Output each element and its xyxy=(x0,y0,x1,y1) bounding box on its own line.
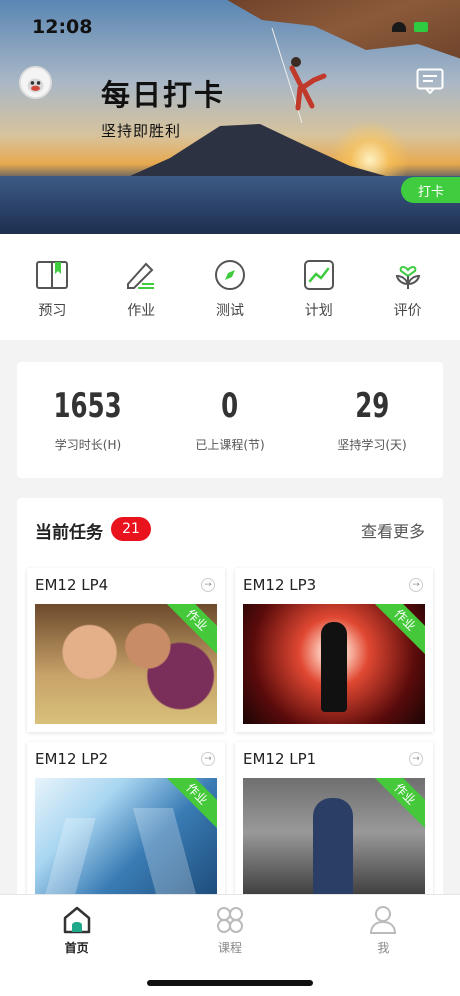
wifi-icon xyxy=(392,22,406,32)
header-banner: 12:08 每日打卡 坚持即胜利 打卡 xyxy=(0,0,460,234)
arrow-right-icon: → xyxy=(201,752,215,766)
home-icon xyxy=(63,906,90,934)
task-tag: 作业 xyxy=(369,778,425,830)
nav-label: 评价 xyxy=(393,303,422,319)
stat-value: 1653 xyxy=(53,386,123,426)
nav-label: 测试 xyxy=(215,303,244,319)
tasks-header: 当前任务 21 查看更多 xyxy=(17,498,443,560)
compass-icon xyxy=(214,260,245,290)
task-thumbnail: 作业 xyxy=(35,604,217,724)
arrow-right-icon: → xyxy=(201,578,215,592)
task-thumbnail: 作业 xyxy=(35,778,217,898)
sea xyxy=(0,176,460,234)
checkin-button[interactable]: 打卡 xyxy=(401,177,460,203)
avatar[interactable] xyxy=(19,66,52,99)
nav-label: 计划 xyxy=(304,303,333,319)
nav-label: 预习 xyxy=(38,303,67,319)
task-thumbnail: 作业 xyxy=(243,604,425,724)
nav-item-preview[interactable]: 预习 xyxy=(17,234,87,340)
task-title: EM12 LP4 xyxy=(35,576,109,594)
task-thumbnail: 作业 xyxy=(243,778,425,898)
task-count-badge: 21 xyxy=(111,517,151,541)
page-title: 每日打卡 xyxy=(101,78,226,112)
page-subtitle: 坚持即胜利 xyxy=(101,122,182,140)
avatar-icon xyxy=(21,68,50,97)
task-tag: 作业 xyxy=(161,604,217,656)
view-more-link[interactable]: 查看更多 xyxy=(361,518,425,542)
nav-item-test[interactable]: 测试 xyxy=(195,234,265,340)
stat-caption: 已上课程(节) xyxy=(195,438,265,452)
chart-icon xyxy=(303,260,334,290)
tab-home[interactable]: 首页 xyxy=(0,895,153,996)
tab-label: 首页 xyxy=(64,941,89,955)
stat-streak-days: 29 坚持学习(天) xyxy=(301,362,443,478)
feature-nav: 预习 作业 测试 计划 评价 xyxy=(0,234,460,340)
guitarist-silhouette xyxy=(321,622,347,712)
nav-label: 作业 xyxy=(127,303,156,319)
task-tag: 作业 xyxy=(369,604,425,656)
arrow-right-icon: → xyxy=(409,578,423,592)
nav-item-plan[interactable]: 计划 xyxy=(284,234,354,340)
tab-label: 我 xyxy=(377,941,390,955)
tasks-title: 当前任务 xyxy=(35,523,103,543)
home-indicator[interactable] xyxy=(147,980,313,986)
nav-item-evaluate[interactable]: 评价 xyxy=(373,234,443,340)
stat-value: 0 xyxy=(221,386,239,426)
task-card[interactable]: EM12 LP3 → 作业 xyxy=(235,568,433,732)
building-shape xyxy=(44,818,96,898)
tasks-section: 当前任务 21 查看更多 EM12 LP4 → 作业 EM12 LP3 → 作业… xyxy=(17,498,443,898)
book-icon xyxy=(36,261,69,289)
stat-study-hours: 1653 学习时长(H) xyxy=(17,362,159,478)
battery-icon xyxy=(414,22,428,32)
task-title: EM12 LP1 xyxy=(243,750,317,768)
user-icon xyxy=(370,906,397,934)
person-figure xyxy=(313,798,353,898)
stat-lessons: 0 已上课程(节) xyxy=(159,362,301,478)
task-card[interactable]: EM12 LP4 → 作业 xyxy=(27,568,225,732)
building-shape xyxy=(132,808,198,898)
stat-value: 29 xyxy=(354,386,390,426)
stat-caption: 坚持学习(天) xyxy=(337,438,407,452)
task-card[interactable]: EM12 LP2 → 作业 xyxy=(27,742,225,898)
nav-item-homework[interactable]: 作业 xyxy=(106,234,176,340)
tab-me[interactable]: 我 xyxy=(307,895,460,996)
grid-icon xyxy=(216,907,243,933)
stat-caption: 学习时长(H) xyxy=(54,438,122,452)
climber-figure xyxy=(271,28,327,124)
heart-plant-icon xyxy=(395,266,420,289)
task-title: EM12 LP3 xyxy=(243,576,317,594)
task-card[interactable]: EM12 LP1 → 作业 xyxy=(235,742,433,898)
task-title: EM12 LP2 xyxy=(35,750,109,768)
tab-label: 课程 xyxy=(217,941,242,955)
arrow-right-icon: → xyxy=(409,752,423,766)
message-icon[interactable] xyxy=(416,68,444,94)
pencil-icon xyxy=(127,262,155,289)
stats-card: 1653 学习时长(H) 0 已上课程(节) 29 坚持学习(天) xyxy=(17,362,443,478)
status-icons xyxy=(392,20,432,34)
status-time: 12:08 xyxy=(32,16,93,38)
